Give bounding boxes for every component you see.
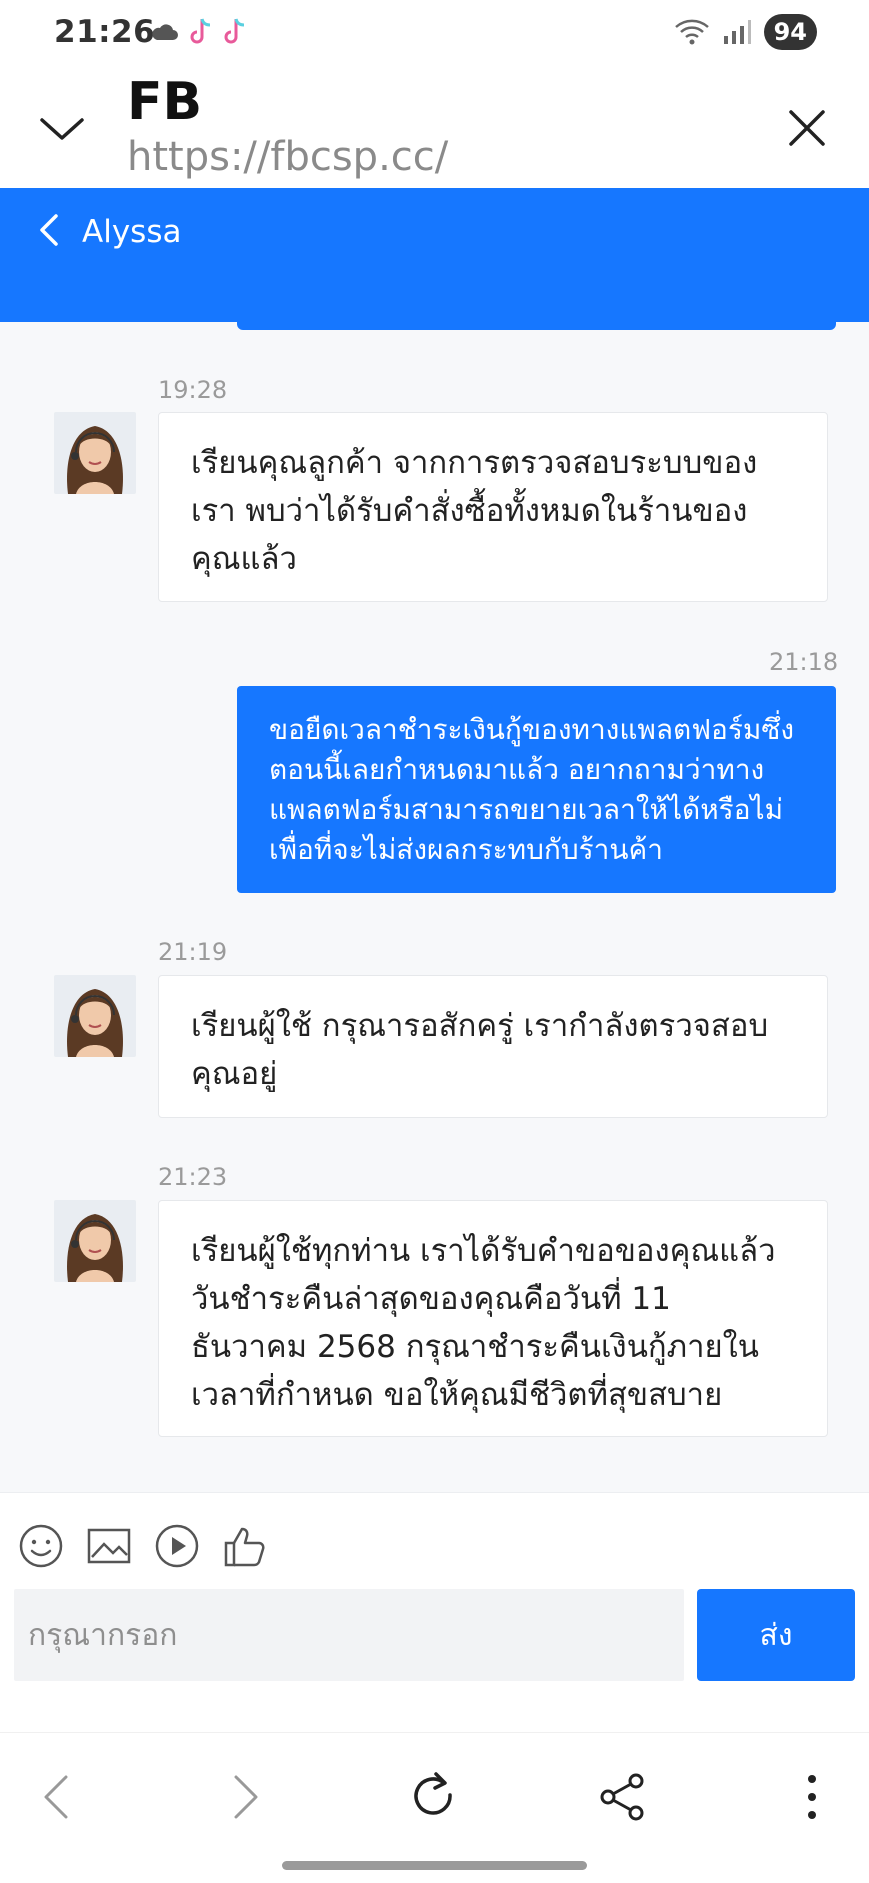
share-icon[interactable]: [594, 1769, 650, 1825]
contact-name[interactable]: Alyssa: [82, 214, 181, 250]
battery-indicator: 94: [763, 14, 817, 50]
back-arrow-icon[interactable]: [30, 208, 70, 252]
page-title: FB: [127, 72, 203, 132]
home-indicator[interactable]: [282, 1861, 587, 1870]
message-timestamp: 19:28: [158, 376, 228, 404]
refresh-icon[interactable]: [406, 1769, 462, 1825]
tiktok-icon: [224, 18, 245, 44]
send-button[interactable]: ส่ง: [697, 1589, 855, 1681]
tiktok-icon: [190, 18, 211, 44]
page-url: https://fbcsp.cc/: [127, 134, 449, 180]
status-system-icons: 94: [674, 14, 817, 50]
signal-icon: [723, 20, 751, 44]
video-icon[interactable]: [154, 1523, 200, 1569]
avatar: [54, 975, 136, 1057]
chat-message-list[interactable]: 19:28 เรียนคุณลูกค้า จากการตรวจสอบระบบขอ…: [0, 322, 869, 1492]
message-composer: ส่ง: [0, 1492, 869, 1732]
browser-bottom-nav: [0, 1732, 869, 1883]
previous-message-bubble-edge: [237, 322, 836, 330]
forward-icon[interactable]: [216, 1769, 272, 1825]
back-icon[interactable]: [30, 1769, 86, 1825]
incoming-message-bubble[interactable]: เรียนผู้ใช้ทุกท่าน เราได้รับคำขอของคุณแล…: [158, 1200, 828, 1437]
incoming-message-bubble[interactable]: เรียนผู้ใช้ กรุณารอสักครู่ เรากำลังตรวจส…: [158, 975, 828, 1118]
more-icon[interactable]: [784, 1769, 840, 1825]
status-notification-icons: [150, 16, 248, 48]
wifi-icon: [674, 19, 709, 45]
chevron-down-icon[interactable]: [36, 102, 88, 154]
chat-header: Alyssa: [0, 188, 869, 322]
avatar: [54, 1200, 136, 1282]
message-timestamp: 21:18: [769, 648, 839, 676]
avatar: [54, 412, 136, 494]
status-time: 21:26: [54, 14, 156, 50]
outgoing-message-bubble[interactable]: ขอยืดเวลาชำระเงินกู้ของทางแพลตฟอร์มซึ่งต…: [237, 686, 836, 893]
message-timestamp: 21:23: [158, 1163, 228, 1191]
message-input[interactable]: [14, 1589, 684, 1681]
emoji-icon[interactable]: [18, 1523, 64, 1569]
cloud-icon: [152, 24, 178, 40]
image-icon[interactable]: [86, 1523, 132, 1569]
incoming-message-bubble[interactable]: เรียนคุณลูกค้า จากการตรวจสอบระบบของเรา พ…: [158, 412, 828, 602]
browser-header: FB https://fbcsp.cc/: [0, 68, 869, 188]
status-bar: 21:26 94: [0, 0, 869, 68]
thumbs-up-icon[interactable]: [222, 1523, 268, 1569]
close-icon[interactable]: [781, 102, 833, 154]
message-timestamp: 21:19: [158, 938, 228, 966]
